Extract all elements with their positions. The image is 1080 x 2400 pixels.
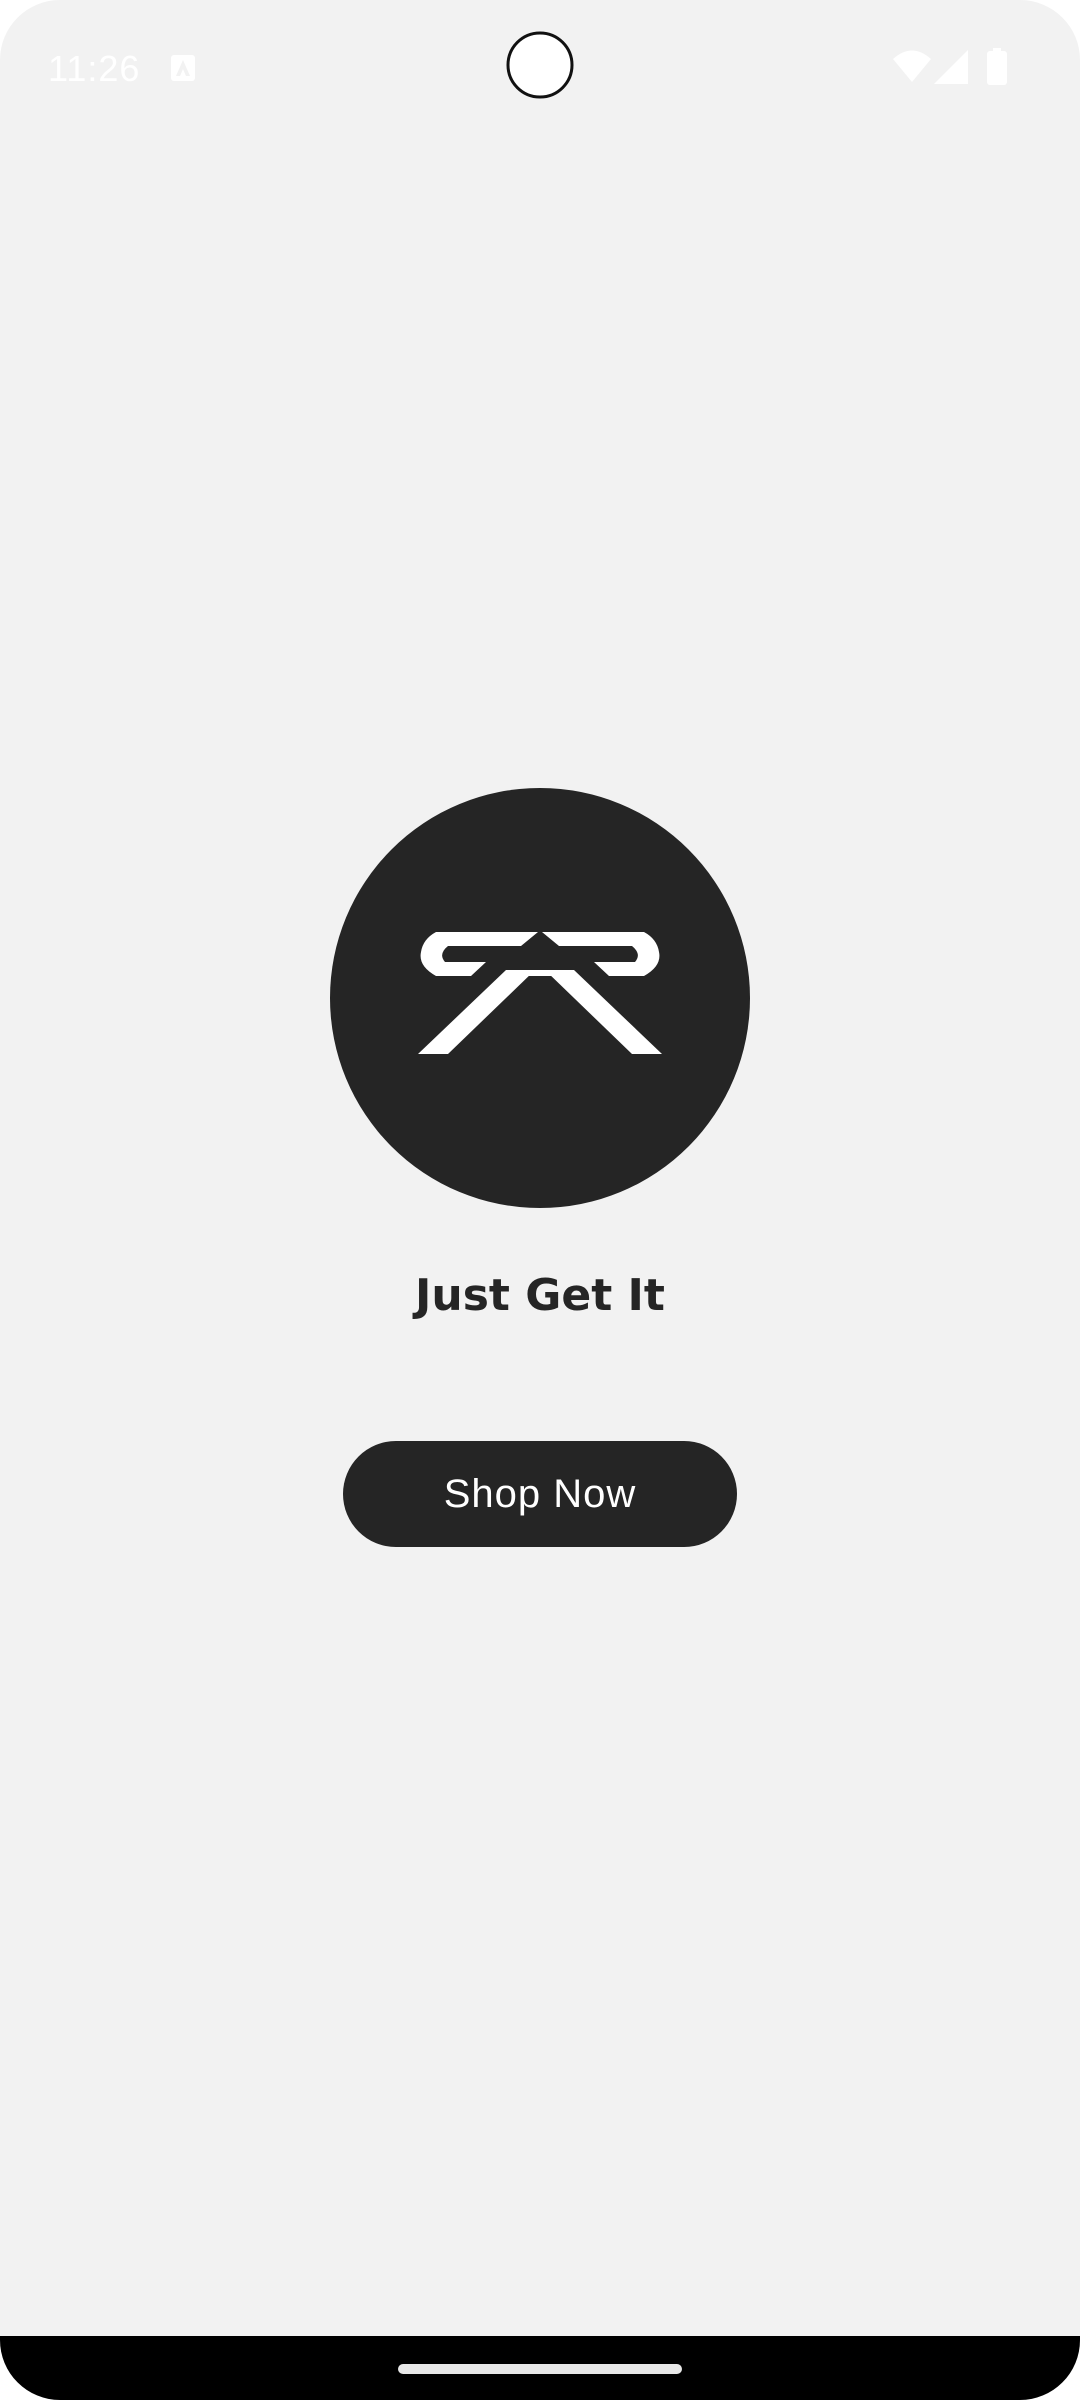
camera-cutout-icon (506, 31, 574, 99)
tagline: Just Get It (415, 1270, 665, 1321)
status-time: 11:26 (48, 48, 141, 89)
home-indicator[interactable] (398, 2364, 682, 2374)
navigation-bar (0, 2336, 1080, 2400)
battery-icon (987, 48, 1007, 85)
signal-icon (934, 50, 968, 84)
notification-app-icon (171, 55, 195, 81)
status-bar: 11:26 (0, 0, 1080, 140)
wifi-icon (893, 50, 931, 82)
shop-now-button[interactable]: Shop Now (343, 1441, 737, 1547)
app-screen: 11:26 Just Get It Shop Now (0, 0, 1080, 2400)
brand-logo-icon (418, 932, 662, 1054)
